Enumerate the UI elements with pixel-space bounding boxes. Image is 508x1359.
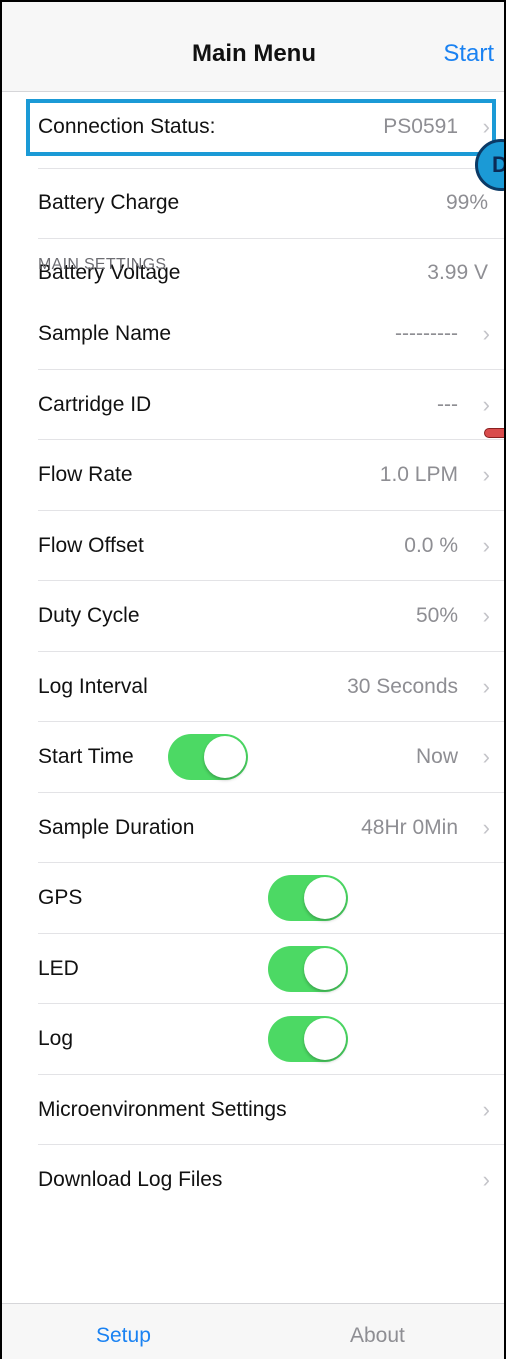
gps-toggle[interactable] (268, 875, 348, 921)
tab-bar: Setup About (2, 1303, 504, 1359)
tab-about[interactable]: About (350, 1324, 405, 1348)
settings-row-label: Sample Duration (38, 816, 195, 839)
toggle-knob (204, 736, 246, 778)
main-settings-group: Sample Name --------- › Cartridge ID --- › Flo… (2, 298, 504, 1303)
battery-charge-row: Battery Charge 99% (2, 168, 504, 238)
tab-setup[interactable]: Setup (96, 1324, 151, 1348)
settings-row-value: 1.0 LPM (379, 463, 458, 486)
settings-row-value: 50% (415, 604, 458, 627)
battery-charge-label: Battery Charge (38, 191, 180, 214)
toggle-knob (304, 1018, 346, 1060)
settings-row-download-log-files[interactable]: Download Log Files › (2, 1145, 504, 1215)
settings-row-sample-duration[interactable]: Sample Duration 48Hr 0Min › (2, 793, 504, 863)
settings-row-value: --- (437, 393, 458, 416)
settings-row-label: Cartridge ID (38, 393, 152, 416)
settings-row-sample-name[interactable]: Sample Name --------- › (2, 299, 504, 369)
settings-row-label: Flow Offset (38, 534, 144, 557)
settings-row-label: Log Interval (38, 675, 148, 698)
settings-row-value: 30 Seconds (347, 675, 458, 698)
led-toggle[interactable] (268, 946, 348, 992)
settings-row-led: LED (2, 934, 504, 1004)
connection-status-highlight (26, 99, 496, 156)
settings-row-value: 48Hr 0Min (361, 816, 458, 839)
start-button[interactable]: Start (443, 40, 494, 68)
settings-row-microenvironment-settings[interactable]: Microenvironment Settings › (2, 1075, 504, 1145)
settings-row-label: Duty Cycle (38, 604, 140, 627)
chevron-right-icon: › (482, 1167, 490, 1192)
settings-row-label: LED (38, 957, 79, 980)
page-title: Main Menu (192, 40, 316, 67)
settings-row-label: Sample Name (38, 322, 172, 345)
settings-row-cartridge-id[interactable]: Cartridge ID --- › (2, 370, 504, 440)
start-time-toggle[interactable] (168, 734, 248, 780)
settings-row-log: Log (2, 1004, 504, 1074)
chevron-right-icon: › (482, 674, 490, 699)
settings-row-value: Now (415, 745, 458, 768)
chevron-right-icon: › (482, 603, 490, 628)
log-toggle[interactable] (268, 1016, 348, 1062)
settings-row-label: Download Log Files (38, 1168, 223, 1191)
settings-row-label: Microenvironment Settings (38, 1098, 287, 1121)
settings-row-label: Flow Rate (38, 463, 133, 486)
settings-row-label: Start Time (38, 745, 134, 768)
pointer-marker (484, 428, 504, 438)
toggle-knob (304, 948, 346, 990)
chevron-right-icon: › (482, 1097, 490, 1122)
settings-row-label: Log (38, 1027, 74, 1050)
nav-bar: Main Menu Start (2, 2, 504, 92)
settings-row-flow-offset[interactable]: Flow Offset 0.0 % › (2, 511, 504, 581)
app-frame: Main Menu Start Connection Status: PS059… (0, 0, 506, 1359)
chevron-right-icon: › (482, 533, 490, 558)
section-header-main-settings: MAIN SETTINGS (38, 256, 167, 273)
settings-row-gps: GPS (2, 863, 504, 933)
settings-row-value: --------- (395, 322, 458, 345)
chevron-right-icon: › (482, 815, 490, 840)
chevron-right-icon: › (482, 321, 490, 346)
settings-row-log-interval[interactable]: Log Interval 30 Seconds › (2, 652, 504, 722)
chevron-right-icon: › (482, 744, 490, 769)
settings-row-label: GPS (38, 886, 83, 909)
toggle-knob (304, 877, 346, 919)
settings-row-duty-cycle[interactable]: Duty Cycle 50% › (2, 581, 504, 651)
settings-row-flow-rate[interactable]: Flow Rate 1.0 LPM › (2, 440, 504, 510)
chevron-right-icon: › (482, 462, 490, 487)
settings-row-value: 0.0 % (404, 534, 458, 557)
settings-row-start-time[interactable]: Start Time Now › (2, 722, 504, 792)
